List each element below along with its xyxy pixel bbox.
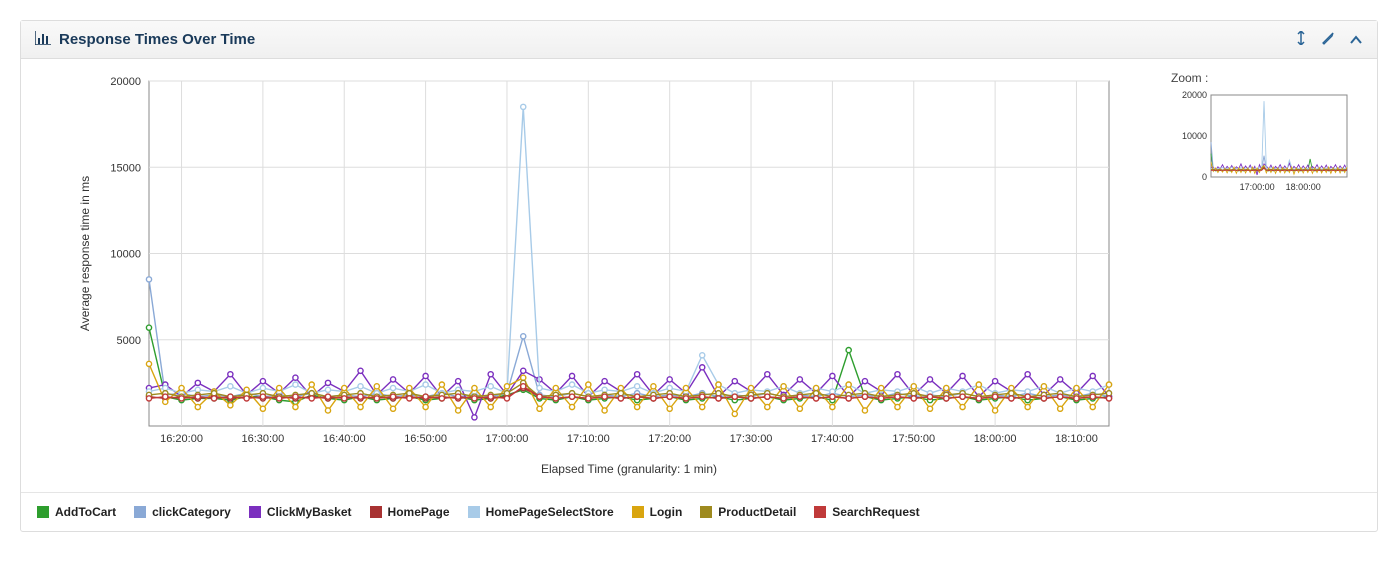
legend-swatch — [249, 506, 261, 518]
response-times-panel: Response Times Over Time 5000 10000 15000 2… — [20, 20, 1378, 532]
svg-text:16:50:00: 16:50:00 — [404, 433, 447, 445]
panel-title: Response Times Over Time — [59, 31, 255, 48]
svg-text:17:30:00: 17:30:00 — [730, 433, 773, 445]
legend-swatch — [632, 506, 644, 518]
main-chart[interactable]: 5000 10000 15000 20000 16:20:00 16:30:00 16:40… — [37, 71, 1151, 484]
svg-text:5000: 5000 — [117, 335, 141, 347]
legend-label: HomePage — [388, 505, 450, 519]
legend-label: clickCategory — [152, 505, 231, 519]
bar-chart-icon — [35, 31, 51, 48]
legend-label: AddToCart — [55, 505, 116, 519]
collapse-icon[interactable] — [1349, 32, 1363, 48]
panel-body: 5000 10000 15000 20000 16:20:00 16:30:00 16:40… — [21, 59, 1377, 492]
legend-swatch — [37, 506, 49, 518]
legend-swatch — [370, 506, 382, 518]
svg-text:17:00:00: 17:00:00 — [1240, 182, 1275, 192]
panel-controls — [1295, 31, 1363, 48]
legend-label: Login — [650, 505, 683, 519]
svg-text:16:20:00: 16:20:00 — [160, 433, 203, 445]
resize-icon[interactable] — [1295, 31, 1307, 48]
legend-item[interactable]: ClickMyBasket — [249, 505, 352, 519]
svg-text:10000: 10000 — [110, 249, 141, 261]
legend-label: ClickMyBasket — [267, 505, 352, 519]
legend-item[interactable]: AddToCart — [37, 505, 116, 519]
panel-header: Response Times Over Time — [21, 21, 1377, 59]
svg-text:18:00:00: 18:00:00 — [974, 433, 1017, 445]
settings-icon[interactable] — [1321, 31, 1335, 48]
svg-text:17:10:00: 17:10:00 — [567, 433, 610, 445]
zoom-panel: Zoom : 0 10000 20000 17:00:00 18:00:00 — [1171, 71, 1361, 484]
svg-text:15000: 15000 — [110, 162, 141, 174]
svg-text:0: 0 — [1202, 172, 1207, 182]
legend-item[interactable]: clickCategory — [134, 505, 231, 519]
legend-swatch — [468, 506, 480, 518]
svg-text:18:10:00: 18:10:00 — [1055, 433, 1098, 445]
legend-label: ProductDetail — [718, 505, 796, 519]
svg-text:Average response time in ms: Average response time in ms — [78, 176, 92, 331]
legend-bar: AddToCart clickCategory ClickMyBasket HomeP… — [21, 492, 1377, 531]
svg-text:16:30:00: 16:30:00 — [241, 433, 284, 445]
legend-label: HomePageSelectStore — [486, 505, 614, 519]
svg-text:20000: 20000 — [1182, 91, 1207, 100]
legend-item[interactable]: SearchRequest — [814, 505, 919, 519]
svg-text:18:00:00: 18:00:00 — [1286, 182, 1321, 192]
zoom-chart[interactable]: 0 10000 20000 17:00:00 18:00:00 — [1171, 91, 1351, 201]
svg-text:17:40:00: 17:40:00 — [811, 433, 854, 445]
legend-item[interactable]: Login — [632, 505, 683, 519]
legend-item[interactable]: HomePage — [370, 505, 450, 519]
legend-swatch — [134, 506, 146, 518]
svg-text:17:00:00: 17:00:00 — [486, 433, 529, 445]
legend-item[interactable]: HomePageSelectStore — [468, 505, 614, 519]
svg-text:20000: 20000 — [110, 76, 141, 88]
svg-text:16:40:00: 16:40:00 — [323, 433, 366, 445]
legend-swatch — [700, 506, 712, 518]
legend-swatch — [814, 506, 826, 518]
svg-text:17:20:00: 17:20:00 — [648, 433, 691, 445]
zoom-label: Zoom : — [1171, 71, 1361, 85]
legend-item[interactable]: ProductDetail — [700, 505, 796, 519]
svg-text:Elapsed Time (granularity: 1 m: Elapsed Time (granularity: 1 min) — [541, 462, 717, 476]
legend-label: SearchRequest — [832, 505, 919, 519]
svg-text:17:50:00: 17:50:00 — [892, 433, 935, 445]
svg-text:10000: 10000 — [1182, 131, 1207, 141]
